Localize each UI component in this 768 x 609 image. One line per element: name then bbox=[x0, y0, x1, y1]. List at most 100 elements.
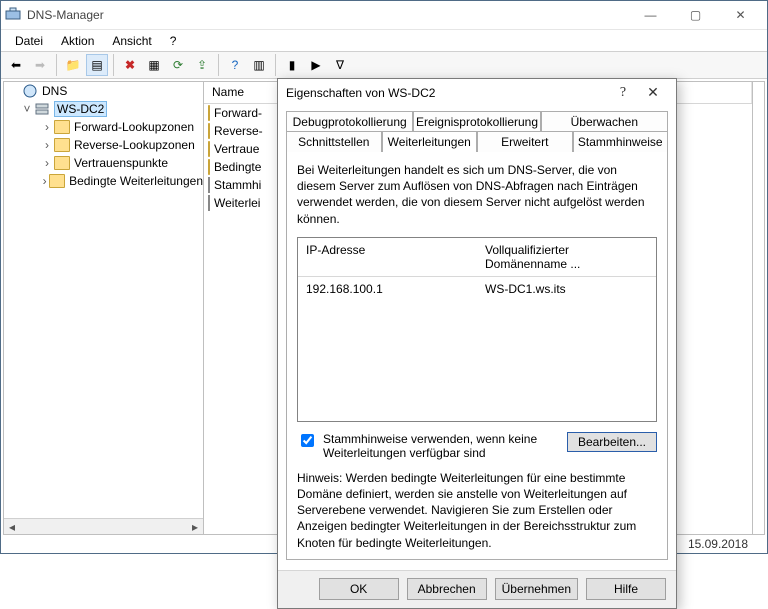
menu-action[interactable]: Aktion bbox=[53, 32, 102, 50]
minimize-button[interactable]: — bbox=[628, 3, 673, 27]
forwarders-header[interactable]: IP-Adresse Vollqualifizierter Domänennam… bbox=[298, 238, 656, 277]
refresh-icon: ⟳ bbox=[173, 58, 183, 72]
chevron-right-icon[interactable]: › bbox=[40, 138, 54, 152]
tree-child-fwd[interactable]: › Forward-Lookupzonen bbox=[4, 118, 203, 136]
delete-icon: ✖ bbox=[125, 58, 135, 72]
scroll-right-icon[interactable]: ▸ bbox=[187, 519, 203, 535]
arrow-right-icon: ➡ bbox=[35, 58, 45, 72]
pane-icon: ▤ bbox=[91, 58, 102, 72]
action-a-button[interactable]: ▥ bbox=[248, 54, 270, 76]
help-button[interactable]: Hilfe bbox=[586, 578, 666, 600]
chevron-right-icon[interactable]: › bbox=[40, 120, 54, 134]
chevron-right-icon[interactable]: › bbox=[40, 156, 54, 170]
chevron-down-icon[interactable]: ˅ bbox=[20, 102, 34, 116]
ok-button[interactable]: OK bbox=[319, 578, 399, 600]
tree-child-label: Vertrauenspunkte bbox=[74, 156, 168, 170]
folder-icon bbox=[208, 106, 210, 120]
folder-icon bbox=[54, 155, 70, 171]
tab-panel-forwarders: Bei Weiterleitungen handelt es sich um D… bbox=[286, 151, 668, 560]
dialog-help-button[interactable]: ? bbox=[608, 85, 638, 101]
up-button[interactable]: 📁 bbox=[62, 54, 84, 76]
tab-event[interactable]: Ereignisprotokollierung bbox=[413, 111, 540, 132]
toolbar-sep-4 bbox=[275, 54, 276, 76]
tab-strip: Debugprotokollierung Ereignisprotokollie… bbox=[286, 111, 668, 151]
server-icon bbox=[34, 101, 50, 117]
apply-button[interactable]: Übernehmen bbox=[495, 578, 578, 600]
folder-icon bbox=[208, 124, 210, 138]
edit-forwarders-button[interactable]: Bearbeiten... bbox=[567, 432, 657, 452]
list-item-label: Reverse- bbox=[214, 124, 263, 138]
tab-monitor[interactable]: Überwachen bbox=[541, 111, 668, 132]
tree-root-dns[interactable]: DNS bbox=[4, 82, 203, 100]
tab-roothints[interactable]: Stammhinweise bbox=[573, 131, 669, 152]
tree-pane[interactable]: DNS ˅ WS-DC2 › Forward-Lookupzonen › Rev… bbox=[4, 82, 204, 534]
use-roothints-checkbox[interactable] bbox=[301, 434, 314, 447]
refresh-button[interactable]: ⟳ bbox=[167, 54, 189, 76]
toolbar-sep bbox=[56, 54, 57, 76]
nav-forward-button[interactable]: ➡ bbox=[29, 54, 51, 76]
filter-icon: ∇ bbox=[336, 58, 344, 72]
tab-advanced[interactable]: Erweitert bbox=[477, 131, 573, 152]
toolbar-sep-3 bbox=[218, 54, 219, 76]
tab-debug[interactable]: Debugprotokollierung bbox=[286, 111, 413, 132]
tree-child-rev[interactable]: › Reverse-Lookupzonen bbox=[4, 136, 203, 154]
tree-child-label: Bedingte Weiterleitungen bbox=[69, 174, 203, 188]
delete-button[interactable]: ✖ bbox=[119, 54, 141, 76]
forwarders-listview[interactable]: IP-Adresse Vollqualifizierter Domänennam… bbox=[297, 237, 657, 422]
dialog-button-row: OK Abbrechen Übernehmen Hilfe bbox=[278, 570, 676, 608]
forwarder-row[interactable]: 192.168.100.1 WS-DC1.ws.its bbox=[298, 277, 656, 301]
tree-root-label: DNS bbox=[42, 84, 67, 98]
col-fqdn[interactable]: Vollqualifizierter Domänenname ... bbox=[477, 238, 656, 276]
dialog-body: Debugprotokollierung Ereignisprotokollie… bbox=[278, 107, 676, 570]
col-ip[interactable]: IP-Adresse bbox=[298, 238, 477, 276]
tab-interfaces[interactable]: Schnittstellen bbox=[286, 131, 382, 152]
tab-forwarders[interactable]: Weiterleitungen bbox=[382, 131, 478, 152]
app-icon bbox=[5, 7, 21, 23]
help-icon: ? bbox=[232, 58, 239, 72]
forwarder-ip: 192.168.100.1 bbox=[298, 277, 477, 301]
help-button[interactable]: ? bbox=[224, 54, 246, 76]
menu-bar: Datei Aktion Ansicht ? bbox=[1, 29, 767, 51]
actions-pane-sliver bbox=[752, 82, 764, 534]
chevron-right-icon[interactable]: › bbox=[40, 174, 49, 188]
tree-child-label: Forward-Lookupzonen bbox=[74, 120, 194, 134]
maximize-button[interactable]: ▢ bbox=[673, 3, 718, 27]
tree-hscroll[interactable]: ◂ ▸ bbox=[4, 518, 203, 534]
dns-root-icon bbox=[22, 83, 38, 99]
forwarders-description: Bei Weiterleitungen handelt es sich um D… bbox=[297, 162, 657, 227]
menu-file[interactable]: Datei bbox=[7, 32, 51, 50]
tree-child-trust[interactable]: › Vertrauenspunkte bbox=[4, 154, 203, 172]
cancel-button[interactable]: Abbrechen bbox=[407, 578, 487, 600]
nav-back-button[interactable]: ⬅ bbox=[5, 54, 27, 76]
folder-icon bbox=[49, 173, 65, 189]
tree-child-cond[interactable]: › Bedingte Weiterleitungen bbox=[4, 172, 203, 190]
play-icon: ▶ bbox=[311, 58, 320, 72]
list-item-label: Stammhi bbox=[214, 178, 261, 192]
arrow-left-icon: ⬅ bbox=[11, 58, 21, 72]
title-bar: DNS-Manager — ▢ ✕ bbox=[1, 1, 767, 29]
dialog-close-button[interactable]: ✕ bbox=[638, 85, 668, 102]
folder-icon bbox=[208, 160, 210, 174]
properties-button[interactable]: ▦ bbox=[143, 54, 165, 76]
tree-server-node[interactable]: ˅ WS-DC2 bbox=[4, 100, 203, 118]
stop-icon: ▮ bbox=[289, 58, 296, 72]
list-item-label: Bedingte bbox=[214, 160, 261, 174]
toolbar: ⬅ ➡ 📁 ▤ ✖ ▦ ⟳ ⇪ ? ▥ ▮ ▶ ∇ bbox=[1, 51, 767, 79]
use-roothints-label[interactable]: Stammhinweise verwenden, wenn keine Weit… bbox=[323, 432, 553, 460]
folder-up-icon: 📁 bbox=[66, 58, 81, 72]
menu-help[interactable]: ? bbox=[162, 32, 185, 50]
export-button[interactable]: ⇪ bbox=[191, 54, 213, 76]
dialog-title: Eigenschaften von WS-DC2 bbox=[286, 86, 608, 100]
forwarders-hint: Hinweis: Werden bedingte Weiterleitungen… bbox=[297, 470, 657, 551]
folder-icon bbox=[54, 137, 70, 153]
close-button[interactable]: ✕ bbox=[718, 3, 763, 27]
start-button[interactable]: ▶ bbox=[305, 54, 327, 76]
dialog-title-bar[interactable]: Eigenschaften von WS-DC2 ? ✕ bbox=[278, 79, 676, 107]
list-item-label: Vertraue bbox=[214, 142, 259, 156]
filter-button[interactable]: ∇ bbox=[329, 54, 351, 76]
scroll-left-icon[interactable]: ◂ bbox=[4, 519, 20, 535]
stop-button[interactable]: ▮ bbox=[281, 54, 303, 76]
show-tree-button[interactable]: ▤ bbox=[86, 54, 108, 76]
bg-date: 15.09.2018 bbox=[688, 537, 748, 551]
menu-view[interactable]: Ansicht bbox=[104, 32, 159, 50]
